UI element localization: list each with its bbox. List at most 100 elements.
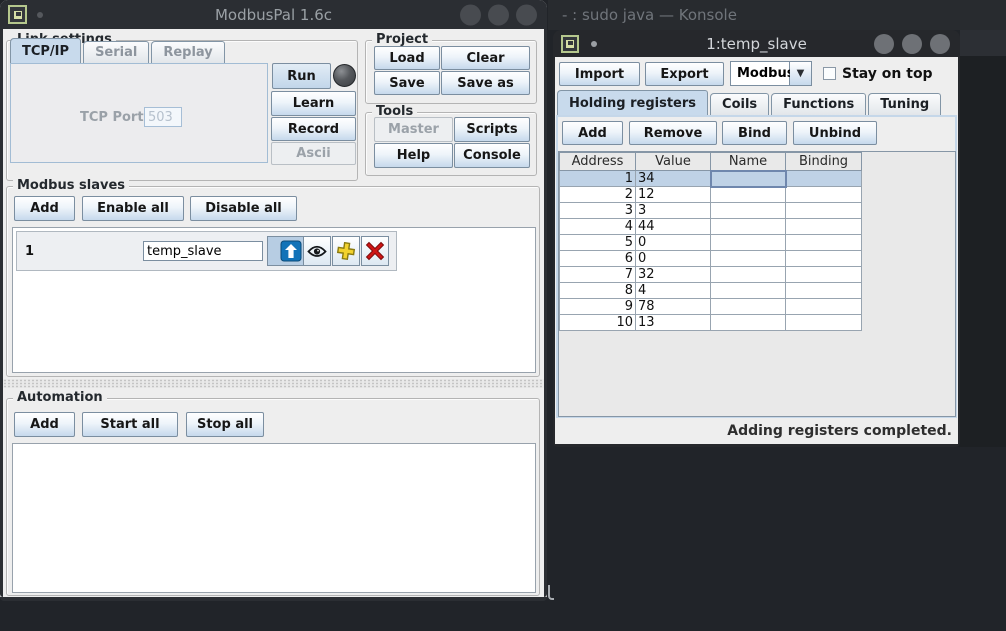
run-button[interactable]: Run [272,63,331,89]
header-value[interactable]: Value [636,153,711,171]
load-button[interactable]: Load [374,46,440,70]
binding-cell[interactable] [786,251,862,267]
export-button[interactable]: Export [645,62,724,86]
disable-all-button[interactable]: Disable all [190,196,297,221]
maximize-button[interactable] [488,4,509,25]
name-cell[interactable] [711,267,786,283]
tab-coils[interactable]: Coils [710,93,769,115]
slave-name-field[interactable] [143,241,263,261]
close-button[interactable] [516,4,537,25]
slave-duplicate-button[interactable] [332,236,360,266]
tab-replay[interactable]: Replay [151,41,224,63]
save-button[interactable]: Save [374,71,440,95]
address-cell[interactable]: 7 [560,267,636,283]
registers-scrollpane[interactable]: Address Value Name Binding 1342123344450… [558,151,956,417]
start-all-button[interactable]: Start all [82,412,178,437]
address-cell[interactable]: 10 [560,315,636,331]
value-cell[interactable]: 12 [636,187,711,203]
ascii-button[interactable]: Ascii [271,142,356,165]
binding-cell[interactable] [786,267,862,283]
table-row[interactable]: 84 [560,283,862,299]
address-cell[interactable]: 2 [560,187,636,203]
table-row[interactable]: 978 [560,299,862,315]
table-row[interactable]: 732 [560,267,862,283]
stay-on-top-checkbox[interactable] [823,67,836,80]
stop-all-button[interactable]: Stop all [186,412,264,437]
address-cell[interactable]: 3 [560,203,636,219]
save-as-button[interactable]: Save as [441,71,530,95]
temp-slave-titlebar[interactable]: 1:temp_slave [553,30,960,57]
value-cell[interactable]: 32 [636,267,711,283]
register-bind-button[interactable]: Bind [722,121,787,145]
binding-cell[interactable] [786,219,862,235]
name-cell[interactable] [711,283,786,299]
name-cell[interactable] [711,315,786,331]
name-cell[interactable] [711,187,786,203]
table-row[interactable]: 60 [560,251,862,267]
value-cell[interactable]: 78 [636,299,711,315]
table-row[interactable]: 50 [560,235,862,251]
address-cell[interactable]: 9 [560,299,636,315]
address-cell[interactable]: 4 [560,219,636,235]
header-name[interactable]: Name [711,153,786,171]
name-cell[interactable] [711,235,786,251]
value-cell[interactable]: 44 [636,219,711,235]
name-cell[interactable] [711,171,786,187]
table-row[interactable]: 134 [560,171,862,187]
address-cell[interactable]: 8 [560,283,636,299]
slave-view-button[interactable] [303,236,331,266]
chevron-down-icon[interactable]: ▼ [790,61,812,86]
console-button[interactable]: Console [454,143,530,168]
minimize-button[interactable] [460,4,481,25]
table-row[interactable]: 33 [560,203,862,219]
header-address[interactable]: Address [560,153,636,171]
tab-tcpip[interactable]: TCP/IP [10,38,81,63]
address-cell[interactable]: 1 [560,171,636,187]
tab-tuning[interactable]: Tuning [868,93,941,115]
binding-cell[interactable] [786,203,862,219]
binding-cell[interactable] [786,187,862,203]
binding-cell[interactable] [786,171,862,187]
clear-button[interactable]: Clear [441,46,530,70]
help-button[interactable]: Help [374,143,453,168]
tab-serial[interactable]: Serial [83,41,149,63]
master-button[interactable]: Master [374,117,453,142]
value-cell[interactable]: 4 [636,283,711,299]
register-unbind-button[interactable]: Unbind [793,121,877,145]
table-row[interactable]: 1013 [560,315,862,331]
close-button[interactable] [930,34,950,54]
value-cell[interactable]: 13 [636,315,711,331]
table-row[interactable]: 444 [560,219,862,235]
value-cell[interactable]: 0 [636,251,711,267]
import-button[interactable]: Import [559,62,640,86]
enable-all-button[interactable]: Enable all [82,196,184,221]
table-row[interactable]: 212 [560,187,862,203]
name-cell[interactable] [711,219,786,235]
tab-holding-registers[interactable]: Holding registers [557,90,708,115]
slave-add-button[interactable]: Add [14,196,75,221]
value-cell[interactable]: 34 [636,171,711,187]
address-cell[interactable]: 5 [560,235,636,251]
binding-cell[interactable] [786,283,862,299]
scripts-button[interactable]: Scripts [454,117,530,142]
learn-button[interactable]: Learn [271,91,356,116]
modbus-mode-select[interactable]: Modbus [730,61,790,86]
maximize-button[interactable] [902,34,922,54]
record-button[interactable]: Record [271,117,356,141]
name-cell[interactable] [711,299,786,315]
split-divider[interactable] [3,379,544,388]
tab-functions[interactable]: Functions [771,93,866,115]
binding-cell[interactable] [786,299,862,315]
address-cell[interactable]: 6 [560,251,636,267]
name-cell[interactable] [711,203,786,219]
automation-add-button[interactable]: Add [14,412,75,437]
value-cell[interactable]: 0 [636,235,711,251]
value-cell[interactable]: 3 [636,203,711,219]
binding-cell[interactable] [786,315,862,331]
modbuspal-titlebar[interactable]: ModbusPal 1.6c [0,0,547,29]
binding-cell[interactable] [786,235,862,251]
header-binding[interactable]: Binding [786,153,862,171]
name-cell[interactable] [711,251,786,267]
konsole-titlebar[interactable]: - : sudo java — Konsole [548,0,1006,30]
tcp-port-field[interactable] [144,107,182,127]
